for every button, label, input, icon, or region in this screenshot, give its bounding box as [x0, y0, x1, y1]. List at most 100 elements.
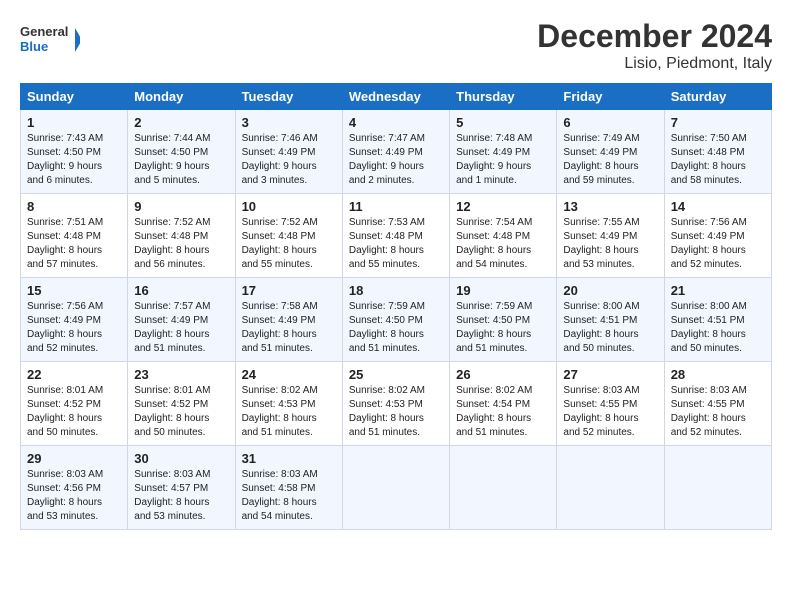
- calendar-cell: 31 Sunrise: 8:03 AMSunset: 4:58 PMDaylig…: [235, 446, 342, 530]
- calendar-cell: 25 Sunrise: 8:02 AMSunset: 4:53 PMDaylig…: [342, 362, 449, 446]
- day-info: Sunrise: 8:01 AMSunset: 4:52 PMDaylight:…: [27, 385, 103, 438]
- th-thursday: Thursday: [450, 84, 557, 110]
- day-number: 24: [242, 367, 336, 382]
- calendar-cell: 6 Sunrise: 7:49 AMSunset: 4:49 PMDayligh…: [557, 110, 664, 194]
- calendar-week-1: 1 Sunrise: 7:43 AMSunset: 4:50 PMDayligh…: [21, 110, 772, 194]
- calendar-week-3: 15 Sunrise: 7:56 AMSunset: 4:49 PMDaylig…: [21, 278, 772, 362]
- calendar-cell: 10 Sunrise: 7:52 AMSunset: 4:48 PMDaylig…: [235, 194, 342, 278]
- day-number: 17: [242, 283, 336, 298]
- th-monday: Monday: [128, 84, 235, 110]
- day-number: 3: [242, 115, 336, 130]
- logo-svg: General Blue: [20, 18, 80, 62]
- day-info: Sunrise: 7:59 AMSunset: 4:50 PMDaylight:…: [456, 301, 532, 354]
- header-row: Sunday Monday Tuesday Wednesday Thursday…: [21, 84, 772, 110]
- day-number: 18: [349, 283, 443, 298]
- day-number: 8: [27, 199, 121, 214]
- day-info: Sunrise: 7:51 AMSunset: 4:48 PMDaylight:…: [27, 217, 103, 270]
- th-sunday: Sunday: [21, 84, 128, 110]
- calendar-cell: 26 Sunrise: 8:02 AMSunset: 4:54 PMDaylig…: [450, 362, 557, 446]
- day-number: 21: [671, 283, 765, 298]
- day-number: 7: [671, 115, 765, 130]
- calendar-cell: 15 Sunrise: 7:56 AMSunset: 4:49 PMDaylig…: [21, 278, 128, 362]
- day-info: Sunrise: 7:52 AMSunset: 4:48 PMDaylight:…: [134, 217, 210, 270]
- day-number: 2: [134, 115, 228, 130]
- calendar-page: General Blue December 2024 Lisio, Piedmo…: [0, 0, 792, 540]
- calendar-week-2: 8 Sunrise: 7:51 AMSunset: 4:48 PMDayligh…: [21, 194, 772, 278]
- day-number: 19: [456, 283, 550, 298]
- th-wednesday: Wednesday: [342, 84, 449, 110]
- day-info: Sunrise: 8:03 AMSunset: 4:55 PMDaylight:…: [563, 385, 639, 438]
- day-number: 1: [27, 115, 121, 130]
- calendar-week-5: 29 Sunrise: 8:03 AMSunset: 4:56 PMDaylig…: [21, 446, 772, 530]
- calendar-cell: 21 Sunrise: 8:00 AMSunset: 4:51 PMDaylig…: [664, 278, 771, 362]
- day-number: 28: [671, 367, 765, 382]
- calendar-cell: 19 Sunrise: 7:59 AMSunset: 4:50 PMDaylig…: [450, 278, 557, 362]
- day-number: 29: [27, 451, 121, 466]
- day-number: 23: [134, 367, 228, 382]
- calendar-cell: 3 Sunrise: 7:46 AMSunset: 4:49 PMDayligh…: [235, 110, 342, 194]
- calendar-cell: 1 Sunrise: 7:43 AMSunset: 4:50 PMDayligh…: [21, 110, 128, 194]
- day-number: 15: [27, 283, 121, 298]
- svg-text:General: General: [20, 24, 68, 39]
- day-info: Sunrise: 8:03 AMSunset: 4:55 PMDaylight:…: [671, 385, 747, 438]
- day-number: 9: [134, 199, 228, 214]
- calendar-cell: [664, 446, 771, 530]
- day-number: 13: [563, 199, 657, 214]
- svg-text:Blue: Blue: [20, 39, 48, 54]
- day-info: Sunrise: 7:58 AMSunset: 4:49 PMDaylight:…: [242, 301, 318, 354]
- day-info: Sunrise: 8:02 AMSunset: 4:54 PMDaylight:…: [456, 385, 532, 438]
- calendar-cell: [557, 446, 664, 530]
- calendar-cell: 16 Sunrise: 7:57 AMSunset: 4:49 PMDaylig…: [128, 278, 235, 362]
- calendar-cell: 24 Sunrise: 8:02 AMSunset: 4:53 PMDaylig…: [235, 362, 342, 446]
- calendar-cell: 8 Sunrise: 7:51 AMSunset: 4:48 PMDayligh…: [21, 194, 128, 278]
- day-info: Sunrise: 7:59 AMSunset: 4:50 PMDaylight:…: [349, 301, 425, 354]
- day-info: Sunrise: 7:48 AMSunset: 4:49 PMDaylight:…: [456, 133, 532, 186]
- day-number: 26: [456, 367, 550, 382]
- calendar-week-4: 22 Sunrise: 8:01 AMSunset: 4:52 PMDaylig…: [21, 362, 772, 446]
- day-info: Sunrise: 8:00 AMSunset: 4:51 PMDaylight:…: [563, 301, 639, 354]
- day-info: Sunrise: 7:44 AMSunset: 4:50 PMDaylight:…: [134, 133, 210, 186]
- day-info: Sunrise: 8:02 AMSunset: 4:53 PMDaylight:…: [349, 385, 425, 438]
- th-friday: Friday: [557, 84, 664, 110]
- day-info: Sunrise: 7:50 AMSunset: 4:48 PMDaylight:…: [671, 133, 747, 186]
- calendar-cell: 23 Sunrise: 8:01 AMSunset: 4:52 PMDaylig…: [128, 362, 235, 446]
- day-number: 4: [349, 115, 443, 130]
- day-number: 14: [671, 199, 765, 214]
- day-info: Sunrise: 7:46 AMSunset: 4:49 PMDaylight:…: [242, 133, 318, 186]
- title-block: December 2024 Lisio, Piedmont, Italy: [537, 18, 772, 73]
- calendar-cell: 2 Sunrise: 7:44 AMSunset: 4:50 PMDayligh…: [128, 110, 235, 194]
- header: General Blue December 2024 Lisio, Piedmo…: [20, 18, 772, 73]
- calendar-cell: 4 Sunrise: 7:47 AMSunset: 4:49 PMDayligh…: [342, 110, 449, 194]
- day-info: Sunrise: 7:56 AMSunset: 4:49 PMDaylight:…: [671, 217, 747, 270]
- day-info: Sunrise: 8:03 AMSunset: 4:57 PMDaylight:…: [134, 469, 210, 522]
- day-number: 25: [349, 367, 443, 382]
- day-number: 10: [242, 199, 336, 214]
- calendar-cell: 13 Sunrise: 7:55 AMSunset: 4:49 PMDaylig…: [557, 194, 664, 278]
- th-tuesday: Tuesday: [235, 84, 342, 110]
- day-number: 30: [134, 451, 228, 466]
- day-info: Sunrise: 8:01 AMSunset: 4:52 PMDaylight:…: [134, 385, 210, 438]
- day-info: Sunrise: 7:54 AMSunset: 4:48 PMDaylight:…: [456, 217, 532, 270]
- day-info: Sunrise: 7:49 AMSunset: 4:49 PMDaylight:…: [563, 133, 639, 186]
- day-info: Sunrise: 7:53 AMSunset: 4:48 PMDaylight:…: [349, 217, 425, 270]
- day-number: 22: [27, 367, 121, 382]
- calendar-cell: 20 Sunrise: 8:00 AMSunset: 4:51 PMDaylig…: [557, 278, 664, 362]
- logo: General Blue: [20, 18, 80, 62]
- calendar-cell: [450, 446, 557, 530]
- calendar-cell: 30 Sunrise: 8:03 AMSunset: 4:57 PMDaylig…: [128, 446, 235, 530]
- location: Lisio, Piedmont, Italy: [537, 55, 772, 73]
- day-number: 11: [349, 199, 443, 214]
- day-info: Sunrise: 7:52 AMSunset: 4:48 PMDaylight:…: [242, 217, 318, 270]
- calendar-cell: 14 Sunrise: 7:56 AMSunset: 4:49 PMDaylig…: [664, 194, 771, 278]
- calendar-cell: 22 Sunrise: 8:01 AMSunset: 4:52 PMDaylig…: [21, 362, 128, 446]
- day-info: Sunrise: 7:57 AMSunset: 4:49 PMDaylight:…: [134, 301, 210, 354]
- calendar-cell: 28 Sunrise: 8:03 AMSunset: 4:55 PMDaylig…: [664, 362, 771, 446]
- day-info: Sunrise: 8:03 AMSunset: 4:56 PMDaylight:…: [27, 469, 103, 522]
- calendar-cell: 5 Sunrise: 7:48 AMSunset: 4:49 PMDayligh…: [450, 110, 557, 194]
- day-info: Sunrise: 7:56 AMSunset: 4:49 PMDaylight:…: [27, 301, 103, 354]
- day-number: 12: [456, 199, 550, 214]
- day-number: 5: [456, 115, 550, 130]
- calendar-cell: 12 Sunrise: 7:54 AMSunset: 4:48 PMDaylig…: [450, 194, 557, 278]
- day-number: 31: [242, 451, 336, 466]
- day-info: Sunrise: 8:03 AMSunset: 4:58 PMDaylight:…: [242, 469, 318, 522]
